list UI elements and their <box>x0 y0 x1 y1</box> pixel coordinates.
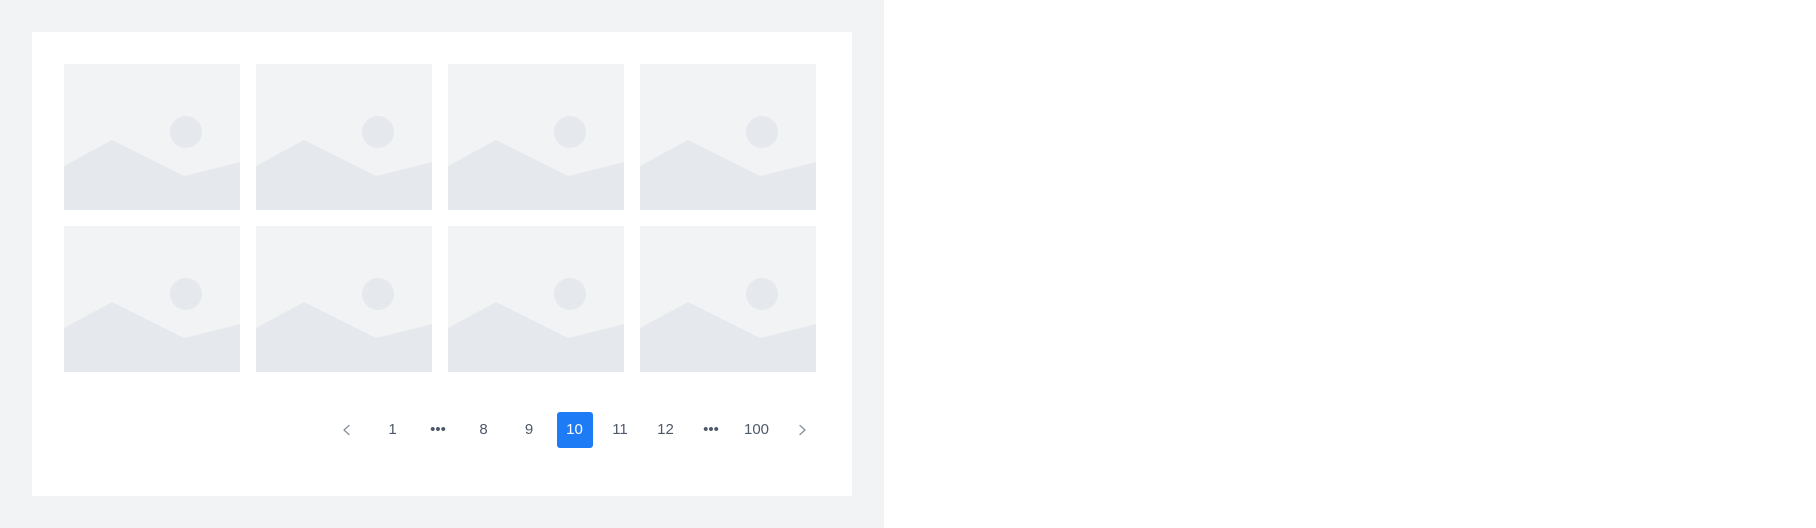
image-placeholder-icon <box>256 116 432 210</box>
image-placeholder-icon <box>448 278 624 372</box>
page-button-100[interactable]: 100 <box>739 412 775 448</box>
image-placeholder[interactable] <box>448 64 624 210</box>
image-placeholder[interactable] <box>448 226 624 372</box>
page-button-10-current[interactable]: 10 <box>556 412 593 448</box>
image-placeholder-icon <box>256 278 432 372</box>
image-placeholder[interactable] <box>256 226 432 372</box>
pagination-controls: 1 ••• 8 9 10 11 12 ••• 100 <box>329 412 820 448</box>
page-button-9[interactable]: 9 <box>511 412 547 448</box>
image-placeholder-icon <box>64 116 240 210</box>
page-button-8[interactable]: 8 <box>466 412 502 448</box>
image-placeholder-icon <box>64 278 240 372</box>
image-placeholder[interactable] <box>640 64 816 210</box>
page-button-11[interactable]: 11 <box>602 412 638 448</box>
image-placeholder[interactable] <box>64 64 240 210</box>
page-background: 1 ••• 8 9 10 11 12 ••• 100 <box>0 0 884 528</box>
image-placeholder[interactable] <box>64 226 240 372</box>
image-placeholder[interactable] <box>256 64 432 210</box>
image-placeholder[interactable] <box>640 226 816 372</box>
page-button-12[interactable]: 12 <box>648 412 684 448</box>
image-placeholder-icon <box>640 278 816 372</box>
ellipsis-jump-forward[interactable]: ••• <box>693 412 729 448</box>
pagination: 1 ••• 8 9 10 11 12 ••• 100 <box>32 412 852 448</box>
image-grid <box>64 64 816 372</box>
ellipsis-jump-back[interactable]: ••• <box>420 412 456 448</box>
next-page-button[interactable] <box>784 412 820 448</box>
page-button-1[interactable]: 1 <box>375 412 411 448</box>
previous-page-button[interactable] <box>329 412 365 448</box>
image-placeholder-icon <box>640 116 816 210</box>
chevron-right-icon <box>799 424 806 436</box>
gallery-card: 1 ••• 8 9 10 11 12 ••• 100 <box>32 32 852 496</box>
chevron-left-icon <box>343 424 350 436</box>
image-placeholder-icon <box>448 116 624 210</box>
